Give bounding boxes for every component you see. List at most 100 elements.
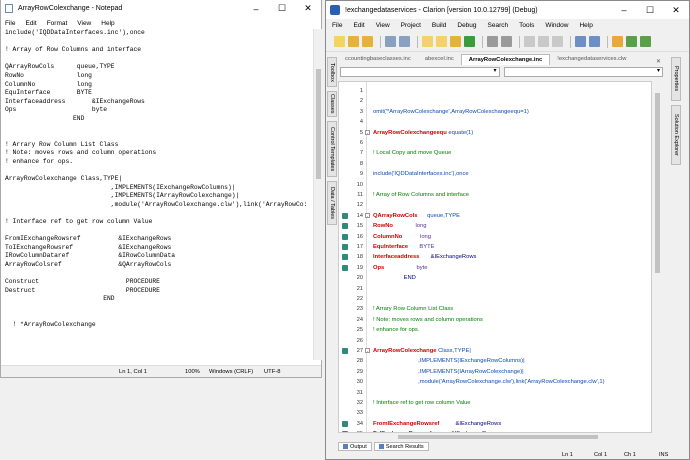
open-project-icon[interactable] <box>362 36 373 47</box>
code-line: 29 ,IMPLEMENTS(IArrayRowColexchange)| <box>339 367 651 377</box>
menu-file[interactable]: File <box>332 22 342 29</box>
notepad-text-line <box>5 313 313 322</box>
notepad-titlebar: ArrayRowColexchange - Notepad – ☐ ✕ <box>1 0 321 17</box>
tab-accountingbaseclasses[interactable]: ccountingbaseclasses.inc <box>338 54 418 65</box>
menu-help[interactable]: Help <box>101 20 114 27</box>
line-number: 31 <box>356 389 363 396</box>
properties-tab[interactable]: Properties <box>671 57 681 101</box>
menu-build[interactable]: Build <box>432 22 446 29</box>
fold-toggle-icon[interactable]: - <box>365 348 370 353</box>
editor-horizontal-scrollbar[interactable] <box>338 433 664 441</box>
clarion-toolbar <box>326 32 689 52</box>
menu-file[interactable]: File <box>5 20 15 27</box>
save-icon[interactable] <box>385 36 396 47</box>
code-line: 22 <box>339 294 651 304</box>
close-button[interactable]: ✕ <box>663 5 689 16</box>
maximize-button[interactable]: ☐ <box>269 3 295 14</box>
disk-icon[interactable] <box>487 36 498 47</box>
notepad-text-area[interactable]: include('IQDDataInterfaces.inc'),once ! … <box>1 29 313 360</box>
menu-edit[interactable]: Edit <box>353 22 364 29</box>
new-item-icon[interactable] <box>436 36 447 47</box>
code-text: END <box>373 275 416 281</box>
undo-icon[interactable] <box>575 36 586 47</box>
copy-icon[interactable] <box>538 36 549 47</box>
notepad-text-line: RowNo long <box>5 71 92 79</box>
new-file-icon[interactable] <box>334 36 345 47</box>
notepad-window: ArrayRowColexchange - Notepad – ☐ ✕ File… <box>0 0 322 378</box>
maximize-button[interactable]: ☐ <box>637 5 663 16</box>
close-button[interactable]: ✕ <box>295 3 321 14</box>
line-number: 10 <box>356 181 363 188</box>
menu-search[interactable]: Search <box>488 22 509 29</box>
menu-format[interactable]: Format <box>47 20 68 27</box>
solution-explorer-tab[interactable]: Solution Explorer <box>671 105 681 165</box>
class-dropdown[interactable] <box>340 67 500 77</box>
code-token: ,IMPLEMENTS(IExchangeRowColumns)| <box>373 358 525 365</box>
save-all-icon[interactable] <box>399 36 410 47</box>
code-line: 7 ! Local Copy and move Queue <box>339 148 651 158</box>
disk-all-icon[interactable] <box>501 36 512 47</box>
code-token: ArrayRowColexchange <box>373 348 439 354</box>
editor-vertical-scrollbar[interactable] <box>652 81 663 433</box>
code-line: 1 <box>339 86 651 96</box>
status-insert-mode: INS <box>659 452 669 458</box>
code-token: Class,TYPE| <box>438 348 471 354</box>
search-results-icon <box>378 444 384 449</box>
toolbox-tab[interactable]: Toolbox <box>327 57 337 87</box>
scrollbar-thumb[interactable] <box>398 435 598 439</box>
paste-icon[interactable] <box>552 36 563 47</box>
redo-icon[interactable] <box>589 36 600 47</box>
fold-toggle-icon[interactable]: - <box>365 212 370 218</box>
toolbar-separator <box>482 35 483 48</box>
code-line: 27- ArrayRowColexchange Class,TYPE| <box>339 346 651 356</box>
add-item-icon[interactable] <box>464 36 475 47</box>
classes-tab[interactable]: Classes <box>327 91 337 117</box>
notepad-text-line: ! Interface ref to get row column Value <box>5 218 153 226</box>
close-tab-icon[interactable]: ✕ <box>656 58 665 65</box>
output-tab[interactable]: Output <box>338 442 372 451</box>
debug-run-icon[interactable] <box>640 36 651 47</box>
open-folder-icon[interactable] <box>348 36 359 47</box>
editor-tabstrip: ccountingbaseclasses.inc abexcel.inc Arr… <box>338 53 665 65</box>
menu-view[interactable]: View <box>77 20 91 27</box>
search-results-tab[interactable]: Search Results <box>373 442 429 451</box>
code-text: ArrayRowColexchangeequ equate(1) <box>373 130 473 136</box>
status-char: Ch 1 <box>624 452 636 458</box>
notepad-menubar: File Edit Format View Help <box>1 17 321 29</box>
minimize-button[interactable]: – <box>611 5 637 15</box>
scrollbar-thumb[interactable] <box>655 93 660 273</box>
line-number: 3 <box>359 108 363 115</box>
control-templates-tab[interactable]: Control Templates <box>327 121 337 177</box>
build-icon[interactable] <box>612 36 623 47</box>
menu-window[interactable]: Window <box>545 22 568 29</box>
cut-icon[interactable] <box>524 36 535 47</box>
output-tab-label: Output <box>350 443 367 450</box>
line-number: 29 <box>356 368 363 375</box>
menu-help[interactable]: Help <box>579 22 592 29</box>
tab-abexcel[interactable]: abexcel.inc <box>418 54 461 65</box>
code-token: long <box>420 233 431 240</box>
menu-project[interactable]: Project <box>401 22 421 29</box>
menu-debug[interactable]: Debug <box>457 22 476 29</box>
code-token: ! Local Copy and move Queue <box>373 150 452 157</box>
notepad-vertical-scrollbar[interactable] <box>313 29 322 360</box>
code-token: equate(1) <box>448 129 474 136</box>
tab-arrayrowcolexchange[interactable]: ArrayRowColexchange.inc <box>460 54 551 65</box>
new-solution-icon[interactable] <box>422 36 433 47</box>
scrollbar-thumb[interactable] <box>316 69 321 179</box>
menu-tools[interactable]: Tools <box>519 22 534 29</box>
code-token: QArrayRowCols <box>373 212 428 219</box>
code-text: ,module('ArrayRowColexchange.clw'),link(… <box>373 379 604 385</box>
minimize-button[interactable]: – <box>243 4 269 14</box>
data-tables-tab[interactable]: Data / Tables <box>327 181 337 225</box>
run-icon[interactable] <box>626 36 637 47</box>
line-number: 28 <box>356 358 363 365</box>
fold-toggle-icon[interactable]: - <box>365 129 370 135</box>
menu-edit[interactable]: Edit <box>25 20 36 27</box>
code-editor[interactable]: 1 2 3 omit('*ArrayRowColexchange',ArrayRowC… <box>338 81 652 433</box>
notepad-text-line: Interfaceaddress &IExchangeRows <box>5 97 145 105</box>
menu-view[interactable]: View <box>376 22 390 29</box>
member-dropdown[interactable] <box>503 67 663 77</box>
open-solution-icon[interactable] <box>450 36 461 47</box>
tab-exchangedataservices[interactable]: !exchangedataservices.clw <box>550 54 633 65</box>
